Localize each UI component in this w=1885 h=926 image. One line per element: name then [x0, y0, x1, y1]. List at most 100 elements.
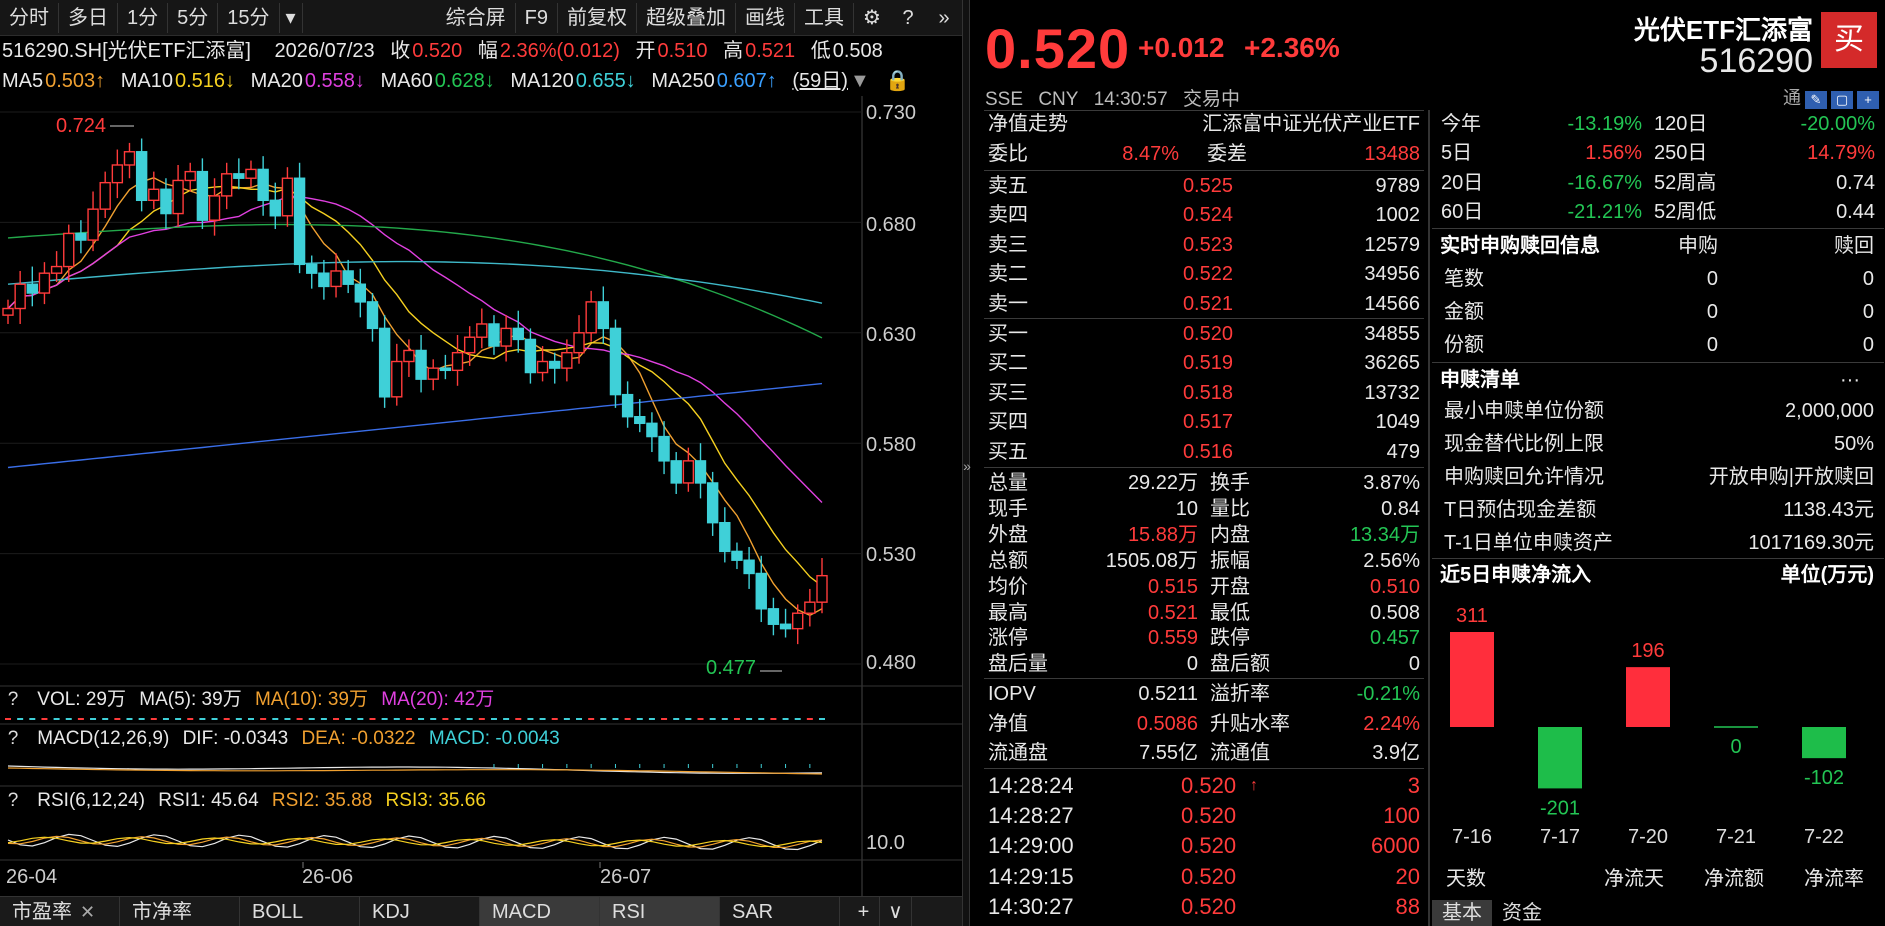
bid-row: 买二 0.519 36265: [985, 350, 1423, 376]
realtime-sell: 0: [1862, 301, 1874, 323]
candle-body: [26, 283, 38, 294]
volume-bar: [636, 718, 643, 720]
composite-screen-button[interactable]: 综合屏: [437, 2, 516, 33]
tong-label[interactable]: 通: [1783, 88, 1801, 108]
nav-fund-name: 汇添富中证光伏产业ETF: [1202, 113, 1420, 135]
tab-rsi[interactable]: RSI: [600, 897, 720, 926]
tab-1min[interactable]: 1分: [118, 2, 169, 33]
candle-body: [135, 151, 148, 202]
help-icon[interactable]: ?: [890, 3, 926, 33]
tab-multiday[interactable]: 多日: [59, 2, 118, 33]
tab-pe[interactable]: 市盈率 ✕: [0, 897, 120, 926]
tab-kdj[interactable]: KDJ: [360, 897, 480, 926]
draw-line-button[interactable]: 画线: [736, 2, 795, 33]
tab-boll[interactable]: BOLL: [240, 897, 360, 926]
ma5-label: MA5: [2, 70, 44, 92]
volume-bar: [126, 718, 133, 720]
perf-label: 52周低: [1654, 201, 1717, 224]
tab-macd[interactable]: MACD: [480, 897, 600, 926]
candles: [2, 138, 828, 645]
flow-footer: 天数 净流天 净流额 净流率: [1440, 866, 1880, 892]
buy-button[interactable]: 买: [1821, 12, 1877, 68]
close-icon[interactable]: ✕: [80, 902, 95, 922]
kline-panel: 分时 多日 1分 5分 15分 ▾ 综合屏 F9 前复权 超级叠加 画线 工具 …: [0, 0, 962, 926]
realtime-buy: 0: [1706, 301, 1718, 323]
candle-body: [123, 151, 136, 166]
volume-bar: [162, 718, 169, 720]
volume-bar: [697, 718, 704, 720]
panel-splitter[interactable]: »: [962, 0, 971, 926]
volume-bar: [454, 718, 461, 720]
last-price: 0.520: [985, 17, 1131, 80]
stat-value: 1505.08万: [1105, 549, 1198, 572]
chevron-right-icon[interactable]: »: [963, 458, 971, 474]
edit-icon[interactable]: ✎: [1805, 91, 1827, 109]
candle-body: [403, 349, 415, 363]
flow-category-label: 7-20: [1628, 826, 1668, 848]
candle-body: [792, 612, 804, 630]
vol-help-icon[interactable]: ?: [2, 686, 24, 714]
iopv-row: 流通盘 7.55亿 流通值 3.9亿: [985, 740, 1423, 766]
period-more-dropdown[interactable]: ▾: [280, 2, 303, 33]
tab-basic[interactable]: 基本: [1432, 900, 1492, 926]
perf-value: 0.44: [1836, 201, 1875, 224]
bid-label: 买三: [988, 381, 1028, 404]
tab-funds[interactable]: 资金: [1492, 900, 1552, 926]
pre-adjust-button[interactable]: 前复权: [558, 2, 637, 33]
rsi-help-icon[interactable]: ?: [2, 787, 24, 815]
stat-value: 29.22万: [1127, 472, 1198, 494]
nav-row[interactable]: 净值走势 汇添富中证光伏产业ETF: [985, 111, 1423, 137]
more-icon[interactable]: ···: [1840, 367, 1860, 393]
chevron-down-icon[interactable]: ∨: [880, 897, 912, 926]
triangle-down-icon[interactable]: ▼: [850, 70, 870, 92]
gear-icon[interactable]: ⚙: [854, 3, 890, 33]
ask-label: 卖二: [988, 263, 1028, 286]
candle-body: [366, 301, 379, 330]
volume-bar: [138, 718, 145, 720]
add-indicator-icon[interactable]: +: [848, 897, 880, 926]
tab-sar[interactable]: SAR: [720, 897, 840, 926]
tick-time: 14:30:27: [988, 893, 1074, 919]
ma-days-dropdown[interactable]: (59日): [792, 70, 848, 92]
open-value: 0.510: [657, 40, 708, 62]
f9-button[interactable]: F9: [516, 2, 558, 33]
tab-15min[interactable]: 15分: [218, 2, 280, 33]
volume-bar: [381, 718, 388, 720]
tab-timeshare[interactable]: 分时: [0, 2, 59, 33]
window-icon[interactable]: ▢: [1831, 91, 1853, 109]
ma120-label: MA120: [510, 70, 574, 92]
volume-bar: [211, 718, 218, 720]
stat-value: 15.88万: [1127, 523, 1198, 546]
perf-label: 60日: [1441, 201, 1484, 224]
flow-footer-netamount: 净流额: [1704, 868, 1764, 890]
stat-label: 振幅: [1210, 549, 1250, 572]
bid-row: 买四 0.517 1049: [985, 409, 1423, 435]
ma250-value: 0.607↑: [716, 70, 777, 92]
flow-bar: [1450, 632, 1494, 727]
volume-bar: [721, 718, 728, 720]
macd-help-icon[interactable]: ?: [2, 725, 24, 753]
perf-label: 120日: [1654, 113, 1708, 135]
super-overlay-button[interactable]: 超级叠加: [637, 2, 736, 33]
candle-body: [245, 168, 257, 179]
perf-value: 1.56%: [1585, 142, 1642, 165]
tab-5min[interactable]: 5分: [168, 2, 219, 33]
stat-value: 0.515: [1147, 575, 1198, 598]
collapse-icon[interactable]: »: [926, 3, 962, 33]
list-header: 申赎清单 ···: [1440, 367, 1880, 393]
tab-pb[interactable]: 市净率: [120, 897, 240, 926]
volume-bar: [466, 718, 473, 720]
candle-body: [318, 272, 330, 288]
ma250-label: MA250: [651, 70, 715, 92]
volume-bar: [5, 718, 11, 720]
lock-icon[interactable]: 🔒: [885, 70, 910, 92]
tick-row: 14:29:15 0.520 20: [985, 864, 1423, 890]
stat-label: 总量: [988, 472, 1028, 494]
list-value: 1017169.30元: [1748, 532, 1874, 554]
ma10-label: MA10: [120, 70, 173, 92]
volume-bar: [746, 718, 753, 720]
tools-button[interactable]: 工具: [795, 2, 854, 33]
bid-volume: 36265: [1364, 352, 1420, 375]
ask-volume: 34956: [1364, 263, 1420, 286]
add-icon[interactable]: +: [1857, 91, 1879, 109]
